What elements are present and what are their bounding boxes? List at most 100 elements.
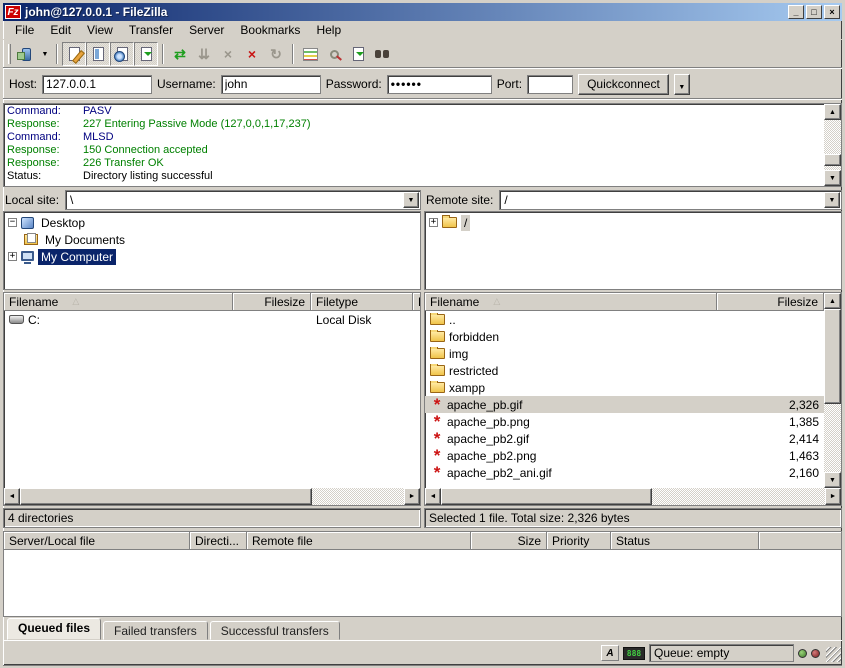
reconnect-button[interactable]: ↻ (264, 42, 288, 66)
password-label: Password: (326, 77, 382, 91)
image-file-icon: * (430, 468, 444, 478)
scrollbar-thumb[interactable] (824, 309, 841, 404)
log-lines: Command:PASV Response:227 Entering Passi… (4, 104, 824, 186)
column-direction[interactable]: Directi... (190, 532, 247, 550)
scroll-up-icon[interactable]: ▲ (824, 104, 841, 120)
scroll-down-icon[interactable]: ▼ (824, 170, 841, 186)
minimize-button[interactable]: _ (788, 5, 804, 19)
remote-list-body: .. forbidden img restricted xampp *apach… (425, 311, 824, 488)
column-filesize[interactable]: Filesize (717, 293, 824, 311)
column-filetype[interactable]: Filetype (311, 293, 413, 311)
site-manager-button[interactable] (14, 42, 38, 66)
menu-help[interactable]: Help (308, 21, 349, 39)
file-row[interactable]: *apache_pb2.png1,463 (425, 447, 824, 464)
disconnect-button[interactable]: × (240, 42, 264, 66)
resize-grip[interactable] (826, 647, 841, 662)
tree-item-root[interactable]: + / (429, 214, 841, 231)
chevron-down-icon: ▼ (829, 197, 836, 204)
file-row-c-drive[interactable]: C: Local Disk (4, 311, 420, 328)
scroll-left-icon[interactable]: ◄ (4, 488, 20, 505)
scroll-right-icon[interactable]: ► (825, 488, 841, 505)
scroll-up-icon[interactable]: ▲ (824, 293, 841, 309)
menu-transfer[interactable]: Transfer (121, 21, 181, 39)
tree-item-desktop[interactable]: − Desktop (8, 214, 420, 231)
menu-bookmarks[interactable]: Bookmarks (232, 21, 308, 39)
expand-icon[interactable]: + (429, 218, 438, 227)
file-row[interactable]: img (425, 345, 824, 362)
remote-site-dropdown[interactable]: ▼ (824, 192, 840, 208)
directory-filters-icon (353, 47, 364, 61)
image-file-icon: * (430, 434, 444, 444)
site-manager-icon (22, 48, 31, 61)
scroll-down-icon[interactable]: ▼ (824, 472, 841, 488)
column-server-local-file[interactable]: Server/Local file (4, 532, 190, 550)
local-site-dropdown[interactable]: ▼ (403, 192, 419, 208)
file-row[interactable]: *apache_pb.png1,385 (425, 413, 824, 430)
file-row[interactable]: *apache_pb2.gif2,414 (425, 430, 824, 447)
column-filename[interactable]: Filename△ (425, 293, 717, 311)
file-row[interactable]: .. (425, 311, 824, 328)
speed-limit-icon[interactable]: 888 (623, 647, 645, 660)
refresh-button[interactable]: ⇄ (168, 42, 192, 66)
local-horizontal-scrollbar[interactable]: ◄ ► (4, 488, 420, 505)
maximize-button[interactable]: □ (806, 5, 822, 19)
site-manager-dropdown[interactable]: ▼ (38, 42, 52, 66)
file-row-selected[interactable]: *apache_pb.gif2,326 (425, 396, 824, 413)
file-search-button[interactable] (370, 42, 394, 66)
file-row[interactable]: xampp (425, 379, 824, 396)
directory-filters-button[interactable] (346, 42, 370, 66)
remote-horizontal-scrollbar[interactable]: ◄ ► (425, 488, 841, 505)
folder-icon (430, 382, 445, 393)
queue-body[interactable] (4, 550, 841, 616)
expand-icon[interactable]: + (8, 252, 17, 261)
file-row[interactable]: restricted (425, 362, 824, 379)
scrollbar-thumb[interactable] (20, 488, 312, 505)
quickconnect-button[interactable]: Quickconnect (578, 74, 669, 95)
remote-site-combo[interactable]: / ▼ (499, 190, 842, 210)
menu-edit[interactable]: Edit (42, 21, 79, 39)
close-button[interactable]: × (824, 5, 840, 19)
menu-view[interactable]: View (79, 21, 121, 39)
collapse-icon[interactable]: − (8, 218, 17, 227)
tree-item-my-documents[interactable]: My Documents (8, 231, 420, 248)
toggle-queue-button[interactable] (134, 42, 158, 66)
column-status[interactable]: Status (611, 532, 759, 550)
scroll-right-icon[interactable]: ► (404, 488, 420, 505)
scroll-left-icon[interactable]: ◄ (425, 488, 441, 505)
file-row[interactable]: forbidden (425, 328, 824, 345)
tab-successful-transfers[interactable]: Successful transfers (210, 621, 340, 640)
log-scrollbar[interactable]: ▲ ▼ (824, 104, 841, 186)
tab-failed-transfers[interactable]: Failed transfers (103, 621, 208, 640)
directory-comparison-button[interactable] (298, 42, 322, 66)
column-remote-file[interactable]: Remote file (247, 532, 471, 550)
toggle-local-tree-button[interactable] (86, 42, 110, 66)
folder-icon (430, 314, 445, 325)
column-filesize[interactable]: Filesize (233, 293, 311, 311)
toolbar-separator (292, 44, 294, 64)
remote-vertical-scrollbar[interactable]: ▲ ▼ (824, 293, 841, 488)
menu-server[interactable]: Server (181, 21, 232, 39)
scrollbar-thumb[interactable] (441, 488, 652, 505)
synchronized-browsing-button[interactable] (322, 42, 346, 66)
column-last-modified[interactable]: L (413, 293, 421, 311)
username-input[interactable] (221, 75, 321, 94)
tab-queued-files[interactable]: Queued files (7, 618, 101, 640)
file-row[interactable]: *apache_pb2_ani.gif2,160 (425, 464, 824, 481)
transfer-type-icon[interactable]: A (601, 645, 619, 661)
process-queue-button[interactable]: ⇊ (192, 42, 216, 66)
quickconnect-dropdown[interactable]: ▼ (674, 74, 690, 95)
scrollbar-thumb[interactable] (824, 154, 841, 166)
toggle-message-log-button[interactable] (62, 42, 86, 66)
toggle-remote-tree-button[interactable] (110, 42, 134, 66)
cancel-operation-button[interactable]: × (216, 42, 240, 66)
column-priority[interactable]: Priority (547, 532, 611, 550)
local-site-combo[interactable]: \ ▼ (65, 190, 421, 210)
tree-item-my-computer[interactable]: + My Computer (8, 248, 420, 265)
host-input[interactable] (42, 75, 152, 94)
column-filename[interactable]: Filename△ (4, 293, 233, 311)
title-bar[interactable]: Fz john@127.0.0.1 - FileZilla _ □ × (3, 3, 842, 21)
password-input[interactable] (387, 75, 492, 94)
menu-file[interactable]: File (7, 21, 42, 39)
port-input[interactable] (527, 75, 573, 94)
column-size[interactable]: Size (471, 532, 547, 550)
